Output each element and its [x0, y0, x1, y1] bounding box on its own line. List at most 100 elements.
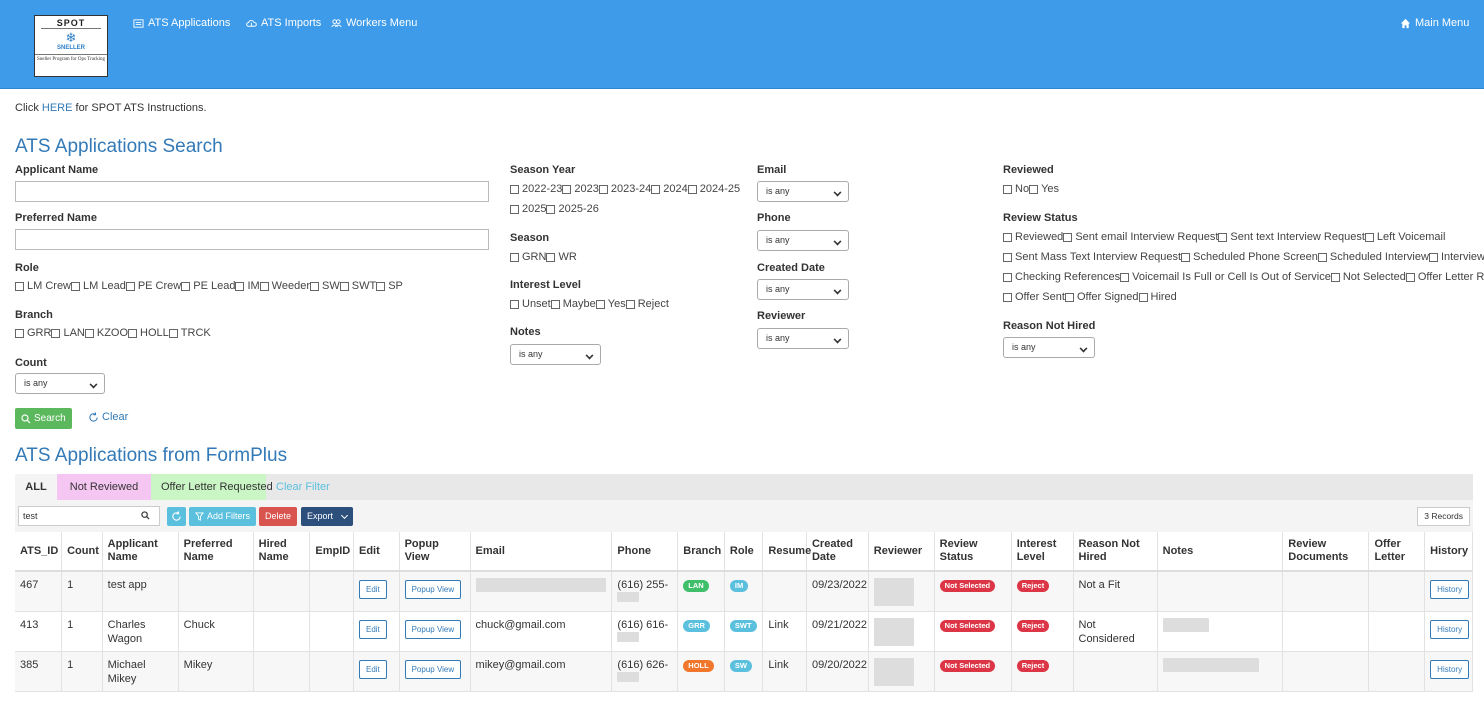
checkbox[interactable] — [625, 299, 635, 309]
checkbox[interactable] — [168, 328, 178, 338]
checkbox[interactable] — [1064, 292, 1074, 302]
checkbox-option[interactable]: 2025-26 — [546, 203, 599, 215]
popup-view-button[interactable]: Popup View — [404, 659, 462, 679]
column-header[interactable]: History — [1424, 532, 1473, 572]
checkbox[interactable] — [339, 281, 349, 291]
checkbox-option[interactable]: No — [1003, 183, 1029, 195]
checkbox[interactable] — [546, 204, 556, 214]
column-header[interactable]: Email — [470, 532, 613, 572]
column-header[interactable]: Phone — [611, 532, 679, 572]
tab-clear-filter[interactable]: Clear Filter — [266, 474, 340, 500]
checkbox-option[interactable]: Scheduled Phone Screen — [1181, 251, 1318, 263]
checkbox-option[interactable]: Reject — [625, 298, 669, 310]
checkbox[interactable] — [598, 184, 608, 194]
edit-button[interactable]: Edit — [358, 580, 387, 599]
applicant-name-input[interactable] — [15, 181, 489, 202]
checkbox[interactable] — [259, 281, 269, 291]
search-button[interactable]: Search — [15, 408, 72, 429]
column-header[interactable]: Applicant Name — [102, 532, 179, 572]
column-header[interactable]: Review Documents — [1282, 532, 1370, 572]
checkbox[interactable] — [15, 328, 24, 338]
checkbox-option[interactable]: Offer Letter Requested — [1405, 271, 1484, 283]
checkbox-option[interactable]: Sent text Interview Request — [1218, 231, 1365, 243]
notes-select[interactable]: is any — [510, 344, 601, 365]
checkbox[interactable] — [510, 252, 519, 262]
checkbox-option[interactable]: KZOO — [84, 327, 128, 339]
phone-select[interactable]: is any — [757, 230, 849, 251]
checkbox-option[interactable]: Offer Signed — [1064, 291, 1139, 303]
checkbox[interactable] — [1405, 272, 1415, 282]
checkbox-option[interactable]: 2023-24 — [598, 183, 651, 195]
nav-workers-menu[interactable]: Workers Menu — [331, 17, 417, 29]
checkbox-option[interactable]: SWT — [339, 280, 376, 292]
checkbox[interactable] — [1330, 272, 1340, 282]
checkbox[interactable] — [510, 184, 519, 194]
history-button[interactable]: History — [1430, 659, 1470, 679]
column-header[interactable]: Popup View — [399, 532, 471, 572]
reason-not-hired-select[interactable]: is any — [1003, 337, 1095, 358]
checkbox-option[interactable]: 2022-23 — [510, 183, 562, 195]
checkbox-option[interactable]: GRN — [510, 251, 546, 263]
column-header[interactable]: Edit — [353, 532, 400, 572]
checkbox-option[interactable]: SP — [376, 280, 403, 292]
checkbox-option[interactable]: Offer Sent — [1003, 291, 1065, 303]
spot-logo[interactable]: SPOT ❄ SNELLER Sneller Program for Ops T… — [34, 15, 108, 77]
checkbox[interactable] — [1029, 184, 1039, 194]
resume-link[interactable]: Link — [768, 619, 788, 631]
checkbox[interactable] — [125, 281, 135, 291]
checkbox-option[interactable]: 2024-25 — [687, 183, 740, 195]
edit-button[interactable]: Edit — [358, 619, 387, 639]
checkbox[interactable] — [1364, 232, 1374, 242]
column-header[interactable]: Reviewer — [868, 532, 935, 572]
nav-main-menu[interactable]: Main Menu — [1400, 17, 1469, 29]
checkbox[interactable] — [1218, 232, 1228, 242]
table-row[interactable]: 467 1 test app Edit Popup View (616) 255- LAN I… — [15, 571, 1473, 612]
column-header[interactable]: Offer Letter — [1368, 532, 1426, 572]
checkbox-option[interactable]: WR — [546, 251, 577, 263]
popup-view-button[interactable]: Popup View — [404, 619, 462, 639]
checkbox-option[interactable]: 2025 — [510, 203, 546, 215]
checkbox[interactable] — [562, 184, 572, 194]
column-header[interactable]: Count — [61, 532, 103, 572]
checkbox-option[interactable]: Checking References — [1003, 271, 1120, 283]
checkbox-option[interactable]: Hired — [1138, 291, 1177, 303]
checkbox-option[interactable]: Yes — [595, 298, 626, 310]
checkbox-option[interactable]: 2023 — [562, 183, 599, 195]
checkbox-option[interactable]: 2024 — [651, 183, 688, 195]
checkbox-option[interactable]: LM Lead — [71, 280, 126, 292]
column-header[interactable]: Role — [724, 532, 764, 572]
checkbox[interactable] — [1317, 252, 1327, 262]
column-header[interactable]: Preferred Name — [178, 532, 254, 572]
edit-button[interactable]: Edit — [358, 659, 387, 679]
popup-view-button[interactable]: Popup View — [404, 580, 462, 599]
checkbox[interactable] — [376, 281, 386, 291]
checkbox-option[interactable]: GRR — [15, 327, 51, 339]
checkbox[interactable] — [181, 281, 191, 291]
checkbox-option[interactable]: Voicemail Is Full or Cell Is Out of Serv… — [1120, 271, 1331, 283]
checkbox[interactable] — [1138, 292, 1148, 302]
checkbox-option[interactable]: IM — [235, 280, 260, 292]
checkbox-option[interactable]: Scheduled Interview — [1317, 251, 1429, 263]
checkbox[interactable] — [687, 184, 697, 194]
checkbox-option[interactable]: HOLL — [128, 327, 169, 339]
reviewer-select[interactable]: is any — [757, 328, 849, 349]
checkbox[interactable] — [1003, 292, 1012, 302]
checkbox[interactable] — [1428, 252, 1438, 262]
column-header[interactable]: Hired Name — [253, 532, 311, 572]
checkbox-option[interactable]: Yes — [1029, 183, 1059, 195]
checkbox[interactable] — [595, 299, 605, 309]
filter-input[interactable]: test — [18, 506, 160, 526]
checkbox[interactable] — [550, 299, 560, 309]
nav-ats-applications[interactable]: ATS Applications — [133, 17, 230, 29]
column-header[interactable]: Interest Level — [1011, 532, 1074, 572]
checkbox[interactable] — [510, 299, 519, 309]
checkbox[interactable] — [651, 184, 661, 194]
delete-button[interactable]: Delete — [259, 507, 298, 526]
checkbox-option[interactable]: Reviewed — [1003, 231, 1063, 243]
checkbox[interactable] — [1003, 252, 1012, 262]
tab-not-reviewed[interactable]: Not Reviewed — [57, 474, 151, 500]
tab-offer-letter-requested[interactable]: Offer Letter Requested — [151, 474, 273, 500]
checkbox-option[interactable]: Maybe — [550, 298, 596, 310]
add-filters-button[interactable]: Add Filters — [189, 507, 257, 526]
resume-link[interactable]: Link — [768, 659, 788, 671]
